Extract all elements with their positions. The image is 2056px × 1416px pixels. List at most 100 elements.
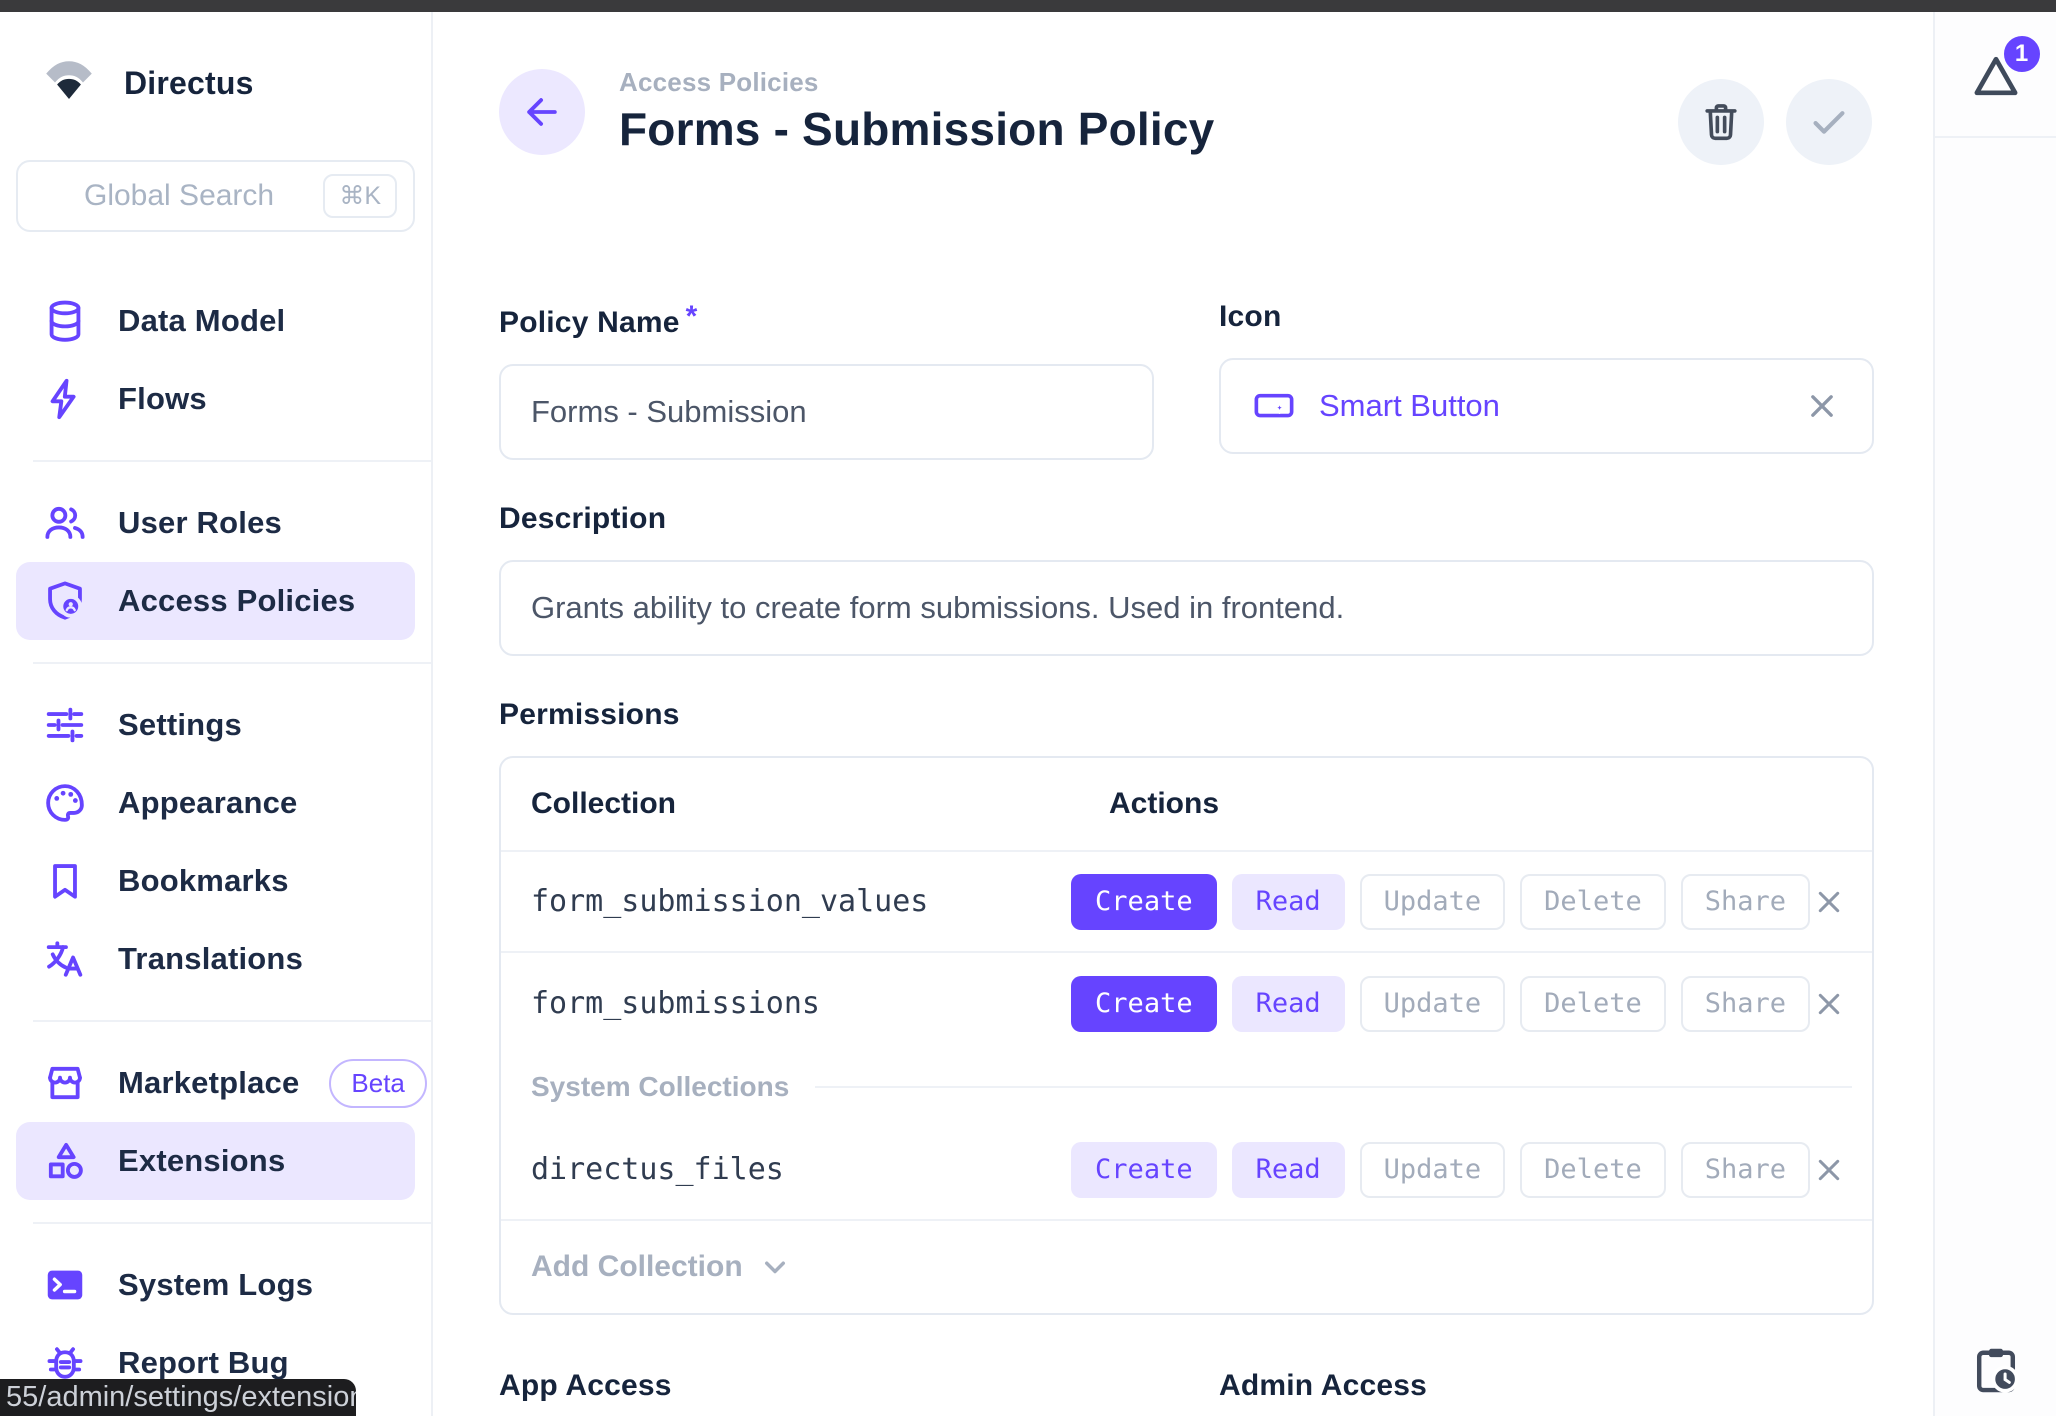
- title-block: Access Policies Forms - Submission Polic…: [619, 67, 1214, 156]
- action-chip-share[interactable]: Share: [1681, 874, 1810, 930]
- action-chip-read[interactable]: Read: [1232, 976, 1345, 1032]
- system-collections-label: System Collections: [531, 1071, 789, 1103]
- action-chip-update[interactable]: Update: [1360, 874, 1506, 930]
- action-chips: Create Read Update Delete Share: [1071, 976, 1810, 1032]
- permissions-group: Permissions Collection Actions form_subm…: [499, 698, 1874, 1315]
- sidebar-item-label: Translations: [118, 941, 303, 977]
- sidebar-item-label: Access Policies: [118, 583, 355, 619]
- sidebar-divider: [33, 1222, 431, 1224]
- policy-name-input[interactable]: Forms - Submission: [499, 364, 1154, 460]
- collection-name: form_submission_values: [531, 884, 1071, 919]
- sidebar-item-translations[interactable]: Translations: [16, 920, 415, 998]
- global-search-input[interactable]: Global Search ⌘K: [16, 160, 415, 232]
- browser-chrome-bar: [0, 0, 2056, 12]
- palette-icon: [42, 780, 88, 826]
- sidebar-item-settings[interactable]: Settings: [16, 686, 415, 764]
- action-chip-share[interactable]: Share: [1681, 1142, 1810, 1198]
- sidebar-item-user-roles[interactable]: User Roles: [16, 484, 415, 562]
- action-chip-delete[interactable]: Delete: [1520, 874, 1666, 930]
- sidebar-item-label: Flows: [118, 381, 207, 417]
- sidebar-item-access-policies[interactable]: Access Policies: [16, 562, 415, 640]
- notifications-button[interactable]: 1: [1968, 48, 2024, 104]
- clear-icon-button[interactable]: [1802, 386, 1842, 426]
- sidebar-item-bookmarks[interactable]: Bookmarks: [16, 842, 415, 920]
- policy-name-label: Policy Name*: [499, 300, 1154, 340]
- storefront-icon: [42, 1060, 88, 1106]
- actions-column-header: Actions: [1109, 787, 1219, 821]
- policy-name-value: Forms - Submission: [531, 394, 807, 430]
- brand[interactable]: Directus: [0, 12, 431, 112]
- sidebar-item-marketplace[interactable]: Marketplace Beta: [16, 1044, 415, 1122]
- icon-select[interactable]: Smart Button: [1219, 358, 1874, 454]
- sidebar-divider: [33, 662, 431, 664]
- shapes-icon: [42, 1138, 88, 1184]
- sidebar-item-label: Marketplace: [118, 1065, 299, 1101]
- search-shortcut-badge: ⌘K: [323, 174, 397, 218]
- action-chip-create[interactable]: Create: [1071, 976, 1217, 1032]
- action-chip-create[interactable]: Create: [1071, 874, 1217, 930]
- description-value: Grants ability to create form submission…: [531, 590, 1344, 626]
- arrow-left-icon: [520, 90, 564, 134]
- add-collection-label: Add Collection: [531, 1250, 743, 1284]
- bolt-icon: [42, 376, 88, 422]
- smart-button-icon: [1251, 383, 1297, 429]
- description-input[interactable]: Grants ability to create form submission…: [499, 560, 1874, 656]
- tune-icon: [42, 702, 88, 748]
- right-rail: 1: [1933, 12, 2056, 1416]
- database-icon: [42, 298, 88, 344]
- sidebar-item-appearance[interactable]: Appearance: [16, 764, 415, 842]
- permission-row: form_submission_values Create Read Updat…: [501, 852, 1872, 953]
- action-chip-read[interactable]: Read: [1232, 1142, 1345, 1198]
- trash-icon: [1698, 99, 1744, 145]
- icon-value: Smart Button: [1319, 388, 1500, 424]
- action-chip-delete[interactable]: Delete: [1520, 1142, 1666, 1198]
- remove-row-icon[interactable]: [1810, 1151, 1848, 1189]
- action-chip-create[interactable]: Create: [1071, 1142, 1217, 1198]
- action-chip-share[interactable]: Share: [1681, 976, 1810, 1032]
- check-icon: [1806, 99, 1852, 145]
- action-chip-read[interactable]: Read: [1232, 874, 1345, 930]
- translate-icon: [42, 936, 88, 982]
- users-icon: [42, 500, 88, 546]
- sidebar-nav: Data Model Flows User Roles: [0, 282, 431, 1416]
- permissions-label: Permissions: [499, 698, 1874, 732]
- sidebar-divider: [33, 1020, 431, 1022]
- remove-row-icon[interactable]: [1810, 883, 1848, 921]
- url-status-tooltip: 55/admin/settings/extensions: [0, 1379, 356, 1416]
- action-chip-update[interactable]: Update: [1360, 1142, 1506, 1198]
- sidebar-item-label: Settings: [118, 707, 242, 743]
- icon-group: Icon Smart Button: [1219, 300, 1874, 460]
- action-chip-update[interactable]: Update: [1360, 976, 1506, 1032]
- save-button[interactable]: [1786, 79, 1872, 165]
- permissions-card: Collection Actions form_submission_value…: [499, 756, 1874, 1315]
- sidebar-item-extensions[interactable]: Extensions: [16, 1122, 415, 1200]
- divider-line: [815, 1086, 1852, 1088]
- remove-row-icon[interactable]: [1810, 985, 1848, 1023]
- permissions-table-header: Collection Actions: [501, 758, 1872, 852]
- sidebar-item-label: User Roles: [118, 505, 282, 541]
- icon-label: Icon: [1219, 300, 1874, 334]
- add-collection-button[interactable]: Add Collection: [501, 1221, 1872, 1313]
- collection-name: form_submissions: [531, 986, 1071, 1021]
- action-chip-delete[interactable]: Delete: [1520, 976, 1666, 1032]
- beta-badge: Beta: [329, 1059, 427, 1108]
- app-window: Directus Global Search ⌘K Data Model Flo…: [0, 0, 2056, 1416]
- directus-logo-icon: [40, 54, 98, 112]
- sidebar-item-flows[interactable]: Flows: [16, 360, 415, 438]
- sidebar-item-label: Extensions: [118, 1143, 285, 1179]
- sidebar-item-label: Appearance: [118, 785, 297, 821]
- pending-actions-button[interactable]: [1935, 1342, 2056, 1398]
- required-asterisk: *: [686, 300, 698, 333]
- sidebar-divider: [33, 460, 431, 462]
- delete-button[interactable]: [1678, 79, 1764, 165]
- brand-name: Directus: [124, 65, 254, 102]
- permission-row: directus_files Create Read Update Delete…: [501, 1120, 1872, 1221]
- collection-name: directus_files: [531, 1152, 1071, 1187]
- back-button[interactable]: [499, 69, 585, 155]
- sidebar-item-system-logs[interactable]: System Logs: [16, 1246, 415, 1324]
- sidebar-item-data-model[interactable]: Data Model: [16, 282, 415, 360]
- bookmark-icon: [42, 858, 88, 904]
- sidebar: Directus Global Search ⌘K Data Model Flo…: [0, 12, 433, 1416]
- search-placeholder: Global Search: [84, 179, 274, 213]
- admin-access-group: Admin Access Enabled: [1219, 1369, 1874, 1416]
